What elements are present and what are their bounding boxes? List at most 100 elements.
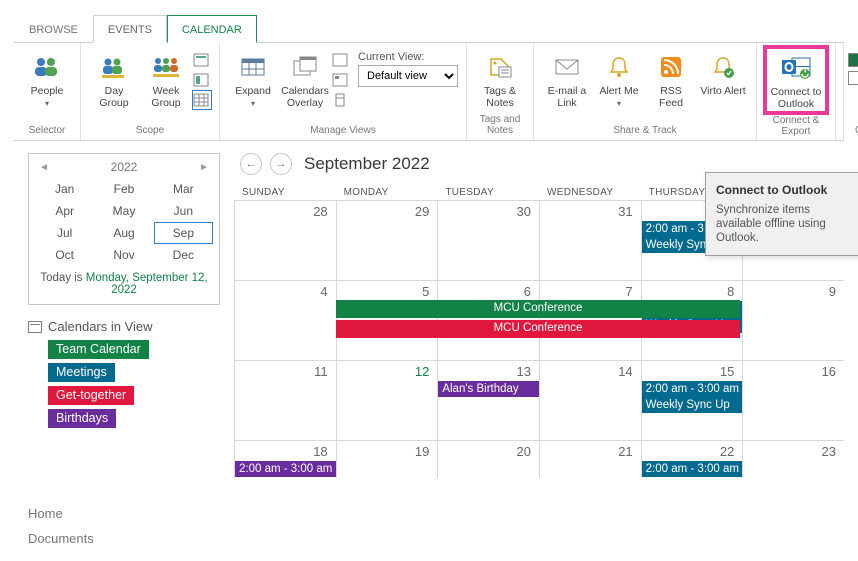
- day-header: SUNDAY: [234, 185, 336, 200]
- calendar-cell[interactable]: 30: [437, 200, 539, 280]
- connect-outlook-button[interactable]: Connect to Outlook: [765, 47, 827, 113]
- connect-outlook-tooltip: Connect to Outlook Synchronize items ava…: [705, 172, 858, 256]
- rss-feed-button[interactable]: RSS Feed: [646, 47, 696, 111]
- tab-browse[interactable]: BROWSE: [14, 15, 93, 43]
- mini-cal-today-link[interactable]: Monday, September 12, 2022: [86, 272, 208, 296]
- calendar-cell[interactable]: 11: [234, 360, 336, 440]
- alert-me-label: Alert Me: [599, 85, 638, 97]
- calendar-cell[interactable]: 4: [234, 280, 336, 360]
- calendar-cell[interactable]: 21: [539, 440, 641, 478]
- expand-icon: [240, 51, 266, 83]
- outlook-icon: [780, 52, 812, 84]
- ribbon-group-customize: Ed Fo Cu: [836, 43, 858, 140]
- mini-month-may[interactable]: May: [94, 200, 153, 222]
- people-icon: [32, 51, 62, 83]
- calendar-event[interactable]: 2:00 am - 3:00 am: [642, 461, 743, 477]
- virto-alert-button[interactable]: Virto Alert: [698, 47, 748, 111]
- mini-month-jul[interactable]: Jul: [35, 222, 94, 244]
- calendar-cell[interactable]: 222:00 am - 3:00 am: [641, 440, 743, 478]
- people-dropdown-icon: ▾: [45, 99, 49, 108]
- cell-date: 30: [517, 204, 531, 219]
- mini-month-feb[interactable]: Feb: [94, 178, 153, 200]
- cell-date: 9: [829, 284, 836, 299]
- calendar-cell[interactable]: 14: [539, 360, 641, 440]
- mini-cal-next[interactable]: ►: [199, 162, 209, 173]
- calendar-cell[interactable]: 28: [234, 200, 336, 280]
- email-link-button[interactable]: E-mail a Link: [542, 47, 592, 111]
- calendar-event[interactable]: Weekly Sync Up: [642, 397, 743, 413]
- scope-view-3[interactable]: [193, 91, 211, 109]
- calendar-cell[interactable]: 23: [742, 440, 844, 478]
- scope-view-1[interactable]: [193, 51, 211, 69]
- cell-date: 21: [618, 444, 632, 459]
- calendar-cell[interactable]: 31: [539, 200, 641, 280]
- excel-button[interactable]: Ed: [848, 53, 858, 67]
- tab-calendar[interactable]: CALENDAR: [167, 15, 257, 43]
- calendar-cell[interactable]: 16: [742, 360, 844, 440]
- cal-next-button[interactable]: →: [270, 153, 292, 175]
- calendar-cell[interactable]: 18 2:00 am - 3:00 am: [234, 440, 336, 478]
- mini-month-apr[interactable]: Apr: [35, 200, 94, 222]
- overlay-icon: [292, 51, 318, 83]
- ribbon-group-share: E-mail a Link Alert Me▾ RSS Feed Virto A…: [534, 43, 757, 140]
- alert-me-button[interactable]: Alert Me▾: [594, 47, 644, 112]
- calendar-event[interactable]: 2:00 am - 3:00 am: [642, 381, 743, 397]
- ribbon-group-manage: Expand▾ Calendars Overlay Current View:: [220, 43, 467, 140]
- scope-view-2[interactable]: [193, 71, 211, 89]
- people-button[interactable]: People▾: [22, 47, 72, 112]
- calendar-cell[interactable]: 29: [336, 200, 438, 280]
- calendar-event[interactable]: 2:00 am - 3:00 am: [235, 461, 336, 477]
- calendar-cell[interactable]: 9: [742, 280, 844, 360]
- ribbon-label-tags: Tags and Notes: [475, 112, 525, 140]
- cell-date: 14: [618, 364, 632, 379]
- mini-month-nov[interactable]: Nov: [94, 244, 153, 266]
- civ-item-birthdays[interactable]: Birthdays: [48, 409, 116, 428]
- mini-month-jan[interactable]: Jan: [35, 178, 94, 200]
- nav-documents[interactable]: Documents: [28, 531, 220, 546]
- mini-month-oct[interactable]: Oct: [35, 244, 94, 266]
- mini-month-dec[interactable]: Dec: [154, 244, 213, 266]
- day-group-button[interactable]: Day Group: [89, 47, 139, 111]
- calendar-title: September 2022: [304, 154, 430, 174]
- tab-events[interactable]: EVENTS: [93, 15, 167, 43]
- mini-month-aug[interactable]: Aug: [94, 222, 153, 244]
- nav-home[interactable]: Home: [28, 506, 220, 521]
- mini-month-sep[interactable]: Sep: [154, 222, 213, 244]
- cell-date: 18: [313, 444, 327, 459]
- calendar-cell[interactable]: 20: [437, 440, 539, 478]
- current-view-select[interactable]: Default view: [358, 65, 458, 87]
- civ-item-get-together[interactable]: Get-together: [48, 386, 134, 405]
- cell-date: 31: [618, 204, 632, 219]
- tags-notes-button[interactable]: Tags & Notes: [475, 47, 525, 111]
- mini-cal-prev[interactable]: ◄: [39, 162, 49, 173]
- manage-small-1[interactable]: [332, 51, 350, 69]
- manage-small-2[interactable]: [332, 71, 350, 89]
- calendar-cell[interactable]: 152:00 am - 3:00 amWeekly Sync Up: [641, 360, 743, 440]
- mini-month-mar[interactable]: Mar: [154, 178, 213, 200]
- cell-date: 12: [415, 364, 429, 379]
- cell-date: 29: [415, 204, 429, 219]
- calendar-cell[interactable]: 13Alan's Birthday: [437, 360, 539, 440]
- cal-prev-button[interactable]: ←: [240, 153, 262, 175]
- bell-icon: [608, 51, 630, 83]
- manage-small-3[interactable]: [332, 91, 350, 109]
- mini-month-jun[interactable]: Jun: [154, 200, 213, 222]
- overlay-button[interactable]: Calendars Overlay: [280, 47, 330, 111]
- week-group-button[interactable]: Week Group: [141, 47, 191, 111]
- calendar-cell[interactable]: 12: [336, 360, 438, 440]
- civ-item-meetings[interactable]: Meetings: [48, 363, 115, 382]
- civ-item-team-calendar[interactable]: Team Calendar: [48, 340, 149, 359]
- week-group-icon: [151, 51, 181, 83]
- calendar-event-span[interactable]: MCU Conference: [336, 300, 741, 318]
- form-button[interactable]: Fo: [848, 71, 858, 85]
- calendar-event[interactable]: Alan's Birthday: [438, 381, 539, 397]
- cell-date: 7: [625, 284, 632, 299]
- day-header: WEDNESDAY: [539, 185, 641, 200]
- cell-date: 16: [822, 364, 836, 379]
- cell-date: 6: [524, 284, 531, 299]
- tag-icon: [487, 51, 513, 83]
- tags-notes-label: Tags & Notes: [477, 85, 523, 109]
- calendar-cell[interactable]: 19: [336, 440, 438, 478]
- expand-button[interactable]: Expand▾: [228, 47, 278, 112]
- calendar-event-span[interactable]: MCU Conference: [336, 320, 741, 338]
